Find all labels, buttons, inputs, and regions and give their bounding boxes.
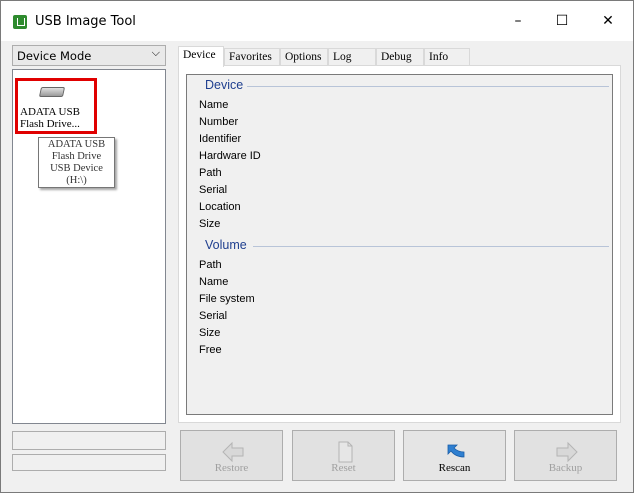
field-label: Number [199,116,239,128]
tooltip-line: ADATA USB [47,139,106,150]
restore-button[interactable]: Restore [180,430,283,481]
title-bar: USB Image Tool – ☐ ✕ [1,1,633,41]
document-icon [338,441,353,463]
minimize-button[interactable]: – [495,1,541,41]
rescan-button-label: Rescan [438,462,471,474]
mode-dropdown[interactable]: Device Mode ⌵ [12,45,166,66]
tooltip-line: Flash Drive [51,151,102,162]
device-tab-panel: Device Name Number Identifier Hardware I… [178,65,621,423]
field-label: Size [199,327,221,339]
device-group-divider [247,86,609,87]
maximize-button[interactable]: ☐ [539,1,585,41]
arrow-left-icon [222,441,244,463]
field-label: File system [199,293,255,305]
mode-dropdown-value: Device Mode [17,49,92,63]
backup-button[interactable]: Backup [514,430,617,481]
device-item-adata[interactable]: ADATA USB Flash Drive... [15,78,97,134]
field-label: Size [199,218,221,230]
field-label: Path [199,167,222,179]
reset-button[interactable]: Reset [292,430,395,481]
app-icon [13,15,27,29]
window-title: USB Image Tool [35,14,136,29]
field-label: Location [199,201,241,213]
field-label: Hardware ID [199,150,261,162]
device-group-title: Device [205,78,244,92]
status-field-1 [12,431,166,450]
rescan-arrow-icon [447,444,465,458]
status-field-2 [12,454,166,471]
field-label: Identifier [199,133,242,145]
arrow-right-icon [556,441,578,463]
volume-group-divider [253,246,609,247]
device-label-line1: ADATA USB [20,106,80,118]
rescan-button[interactable]: Rescan [403,430,506,481]
field-label: Free [199,344,222,356]
device-list[interactable]: ADATA USB Flash Drive... ADATA USB Flash… [12,69,166,424]
backup-button-label: Backup [548,462,583,474]
tab-device[interactable]: Device [178,46,224,67]
reset-button-label: Reset [331,462,356,474]
field-label: Path [199,259,222,271]
field-label: Name [199,276,229,288]
app-window: USB Image Tool – ☐ ✕ Device Mode ⌵ ADATA… [0,0,634,493]
field-label: Name [199,99,229,111]
device-label-line2: Flash Drive... [20,118,80,130]
device-tooltip: ADATA USB Flash Drive USB Device (H:\) [38,137,115,188]
usb-drive-icon [38,87,66,97]
volume-group-title: Volume [205,238,247,252]
restore-button-label: Restore [214,462,249,474]
device-item-label: ADATA USB Flash Drive... [20,106,80,130]
device-info-box: Device Name Number Identifier Hardware I… [186,74,613,415]
field-label: Serial [199,310,228,322]
chevron-down-icon: ⌵ [151,47,160,59]
close-button[interactable]: ✕ [585,1,631,41]
tooltip-line: USB Device [50,163,103,174]
field-label: Serial [199,184,228,196]
tooltip-line: (H:\) [66,175,87,186]
